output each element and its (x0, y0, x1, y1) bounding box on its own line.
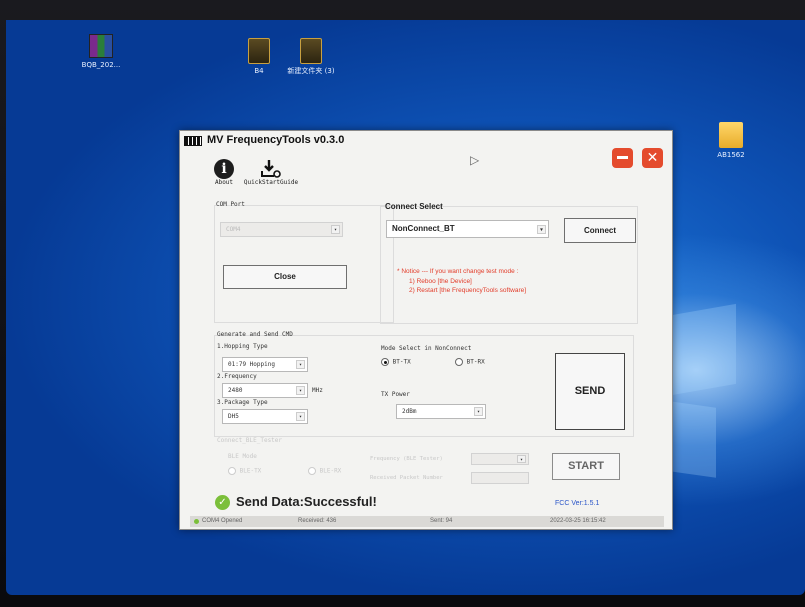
chevron-down-icon: ▾ (537, 225, 546, 234)
start-button[interactable]: START (552, 453, 620, 480)
chevron-down-icon: ▾ (296, 412, 305, 421)
hopping-type-label: 1.Hopping Type (217, 343, 268, 350)
send-result-text: Send Data:Successful! (236, 494, 377, 509)
minimize-button[interactable] (612, 148, 633, 168)
download-icon (261, 160, 281, 178)
tx-power-select[interactable]: 2dBm ▾ (396, 404, 486, 419)
chevron-down-icon: ▾ (296, 360, 305, 369)
app-logo-icon (184, 136, 202, 146)
tx-power-label: TX Power (381, 391, 410, 398)
desktop-icon-label: 新建文件夹 (3) (287, 67, 335, 75)
window-title: MV FrequencyTools v0.3.0 (207, 134, 345, 146)
chevron-down-icon: ▾ (296, 386, 305, 395)
title-bar[interactable]: MV FrequencyTools v0.3.0 (180, 131, 672, 153)
ble-frequency-select[interactable]: ▾ (471, 453, 529, 465)
tx-power-value: 2dBm (402, 408, 417, 415)
desktop-icon-label: BQB_202... (81, 61, 121, 69)
connect-button[interactable]: Connect (564, 218, 636, 243)
frequency-select[interactable]: 2480 ▾ (222, 383, 308, 398)
hopping-type-select[interactable]: 01:79 Hopping ▾ (222, 357, 308, 372)
radio-unselected-icon (308, 467, 316, 475)
frequency-tools-window: MV FrequencyTools v0.3.0 ▷ ✕ i About Qui… (179, 130, 673, 530)
ble-mode-label: BLE Mode (228, 453, 257, 460)
mode-select-label: Mode Select in NonConnect (381, 345, 472, 352)
notice-line: 2) Restart [the FrequencyTools software] (409, 287, 527, 294)
status-dot-icon (194, 519, 199, 524)
folder-icon (248, 38, 270, 64)
chevron-down-icon: ▾ (517, 455, 526, 463)
radio-selected-icon (381, 358, 389, 366)
version-label: FCC Ver:1.5.1 (555, 500, 600, 507)
com-port-label: COM Port (216, 201, 245, 208)
close-port-button[interactable]: Close (223, 265, 347, 289)
start-label: START (568, 460, 604, 472)
radio-unselected-icon (228, 467, 236, 475)
send-label: SEND (574, 385, 606, 397)
ble-frequency-label: Frequency (BLE Tester) (370, 456, 443, 462)
com-port-value: COM4 (226, 226, 241, 233)
radio-unselected-icon (455, 358, 463, 366)
ble-rx-label: BLE-RX (319, 467, 342, 475)
desktop-icon-rar-archive[interactable]: BQB_202... (66, 34, 136, 70)
chevron-down-icon: ▾ (474, 407, 483, 416)
frequency-unit-label: MHz (312, 387, 323, 394)
status-received: Received: 436 (298, 518, 337, 524)
status-bar: COM4 Opened Received: 436 Sent: 94 2022-… (190, 516, 664, 527)
connect-label: Connect (584, 226, 616, 235)
about-button[interactable]: i About (210, 159, 238, 186)
frequency-label: 2.Frequency (217, 373, 257, 380)
notice-text: * Notice --- If you want change test mod… (397, 267, 526, 296)
send-button[interactable]: SEND (555, 353, 625, 430)
info-icon: i (214, 159, 234, 179)
connect-select-label: Connect Select (385, 202, 443, 211)
chevron-down-icon: ▾ (331, 225, 340, 234)
desktop-icon-ab1562-folder[interactable]: AB1562 (696, 122, 766, 160)
hopping-type-value: 01:79 Hopping (228, 361, 275, 368)
close-window-button[interactable]: ✕ (642, 148, 663, 168)
close-port-label: Close (274, 272, 296, 281)
wallpaper-light (666, 303, 736, 397)
generate-send-title: Generate and Send CMD (217, 331, 293, 338)
quickstart-guide-button[interactable]: QuickStartGuide (236, 159, 306, 186)
ble-tx-radio[interactable]: BLE-TX (228, 467, 261, 475)
winrar-archive-icon (89, 34, 113, 58)
received-packet-label: Received Packet Number (370, 475, 443, 481)
ble-tx-label: BLE-TX (239, 467, 262, 475)
quickstart-label: QuickStartGuide (243, 179, 299, 186)
desktop-icon-new-folder[interactable]: 新建文件夹 (3) (276, 38, 346, 76)
bt-tx-label: BT-TX (392, 358, 411, 366)
mouse-cursor-icon: ▷ (470, 153, 480, 167)
status-datetime: 2022-03-25 16:15:42 (550, 518, 606, 524)
notice-line: 1) Reboo [the Device] (409, 277, 472, 285)
desktop-icon-label: AB1562 (717, 151, 745, 159)
bt-tx-radio[interactable]: BT-TX (381, 358, 411, 366)
folder-icon (300, 38, 322, 64)
success-check-icon: ✓ (215, 495, 230, 510)
received-packet-field[interactable] (471, 472, 529, 484)
ble-rx-radio[interactable]: BLE-RX (308, 467, 341, 475)
status-com: COM4 Opened (202, 518, 243, 524)
bt-rx-radio[interactable]: BT-RX (455, 358, 485, 366)
bt-rx-label: BT-RX (466, 358, 485, 366)
package-type-select[interactable]: DH5 ▾ (222, 409, 308, 424)
frequency-value: 2480 (228, 387, 243, 394)
connect-mode-value: NonConnect_BT (392, 224, 455, 233)
connect-mode-select[interactable]: NonConnect_BT ▾ (386, 220, 549, 238)
com-port-select[interactable]: COM4 ▾ (220, 222, 343, 237)
package-type-label: 3.Package Type (217, 399, 268, 406)
folder-icon (719, 122, 743, 148)
package-type-value: DH5 (228, 413, 239, 420)
status-sent: Sent: 94 (430, 518, 453, 524)
notice-line: * Notice --- If you want change test mod… (397, 268, 519, 275)
ble-tester-title: Connect_BLE_Tester (217, 437, 283, 444)
about-label: About (214, 179, 234, 186)
